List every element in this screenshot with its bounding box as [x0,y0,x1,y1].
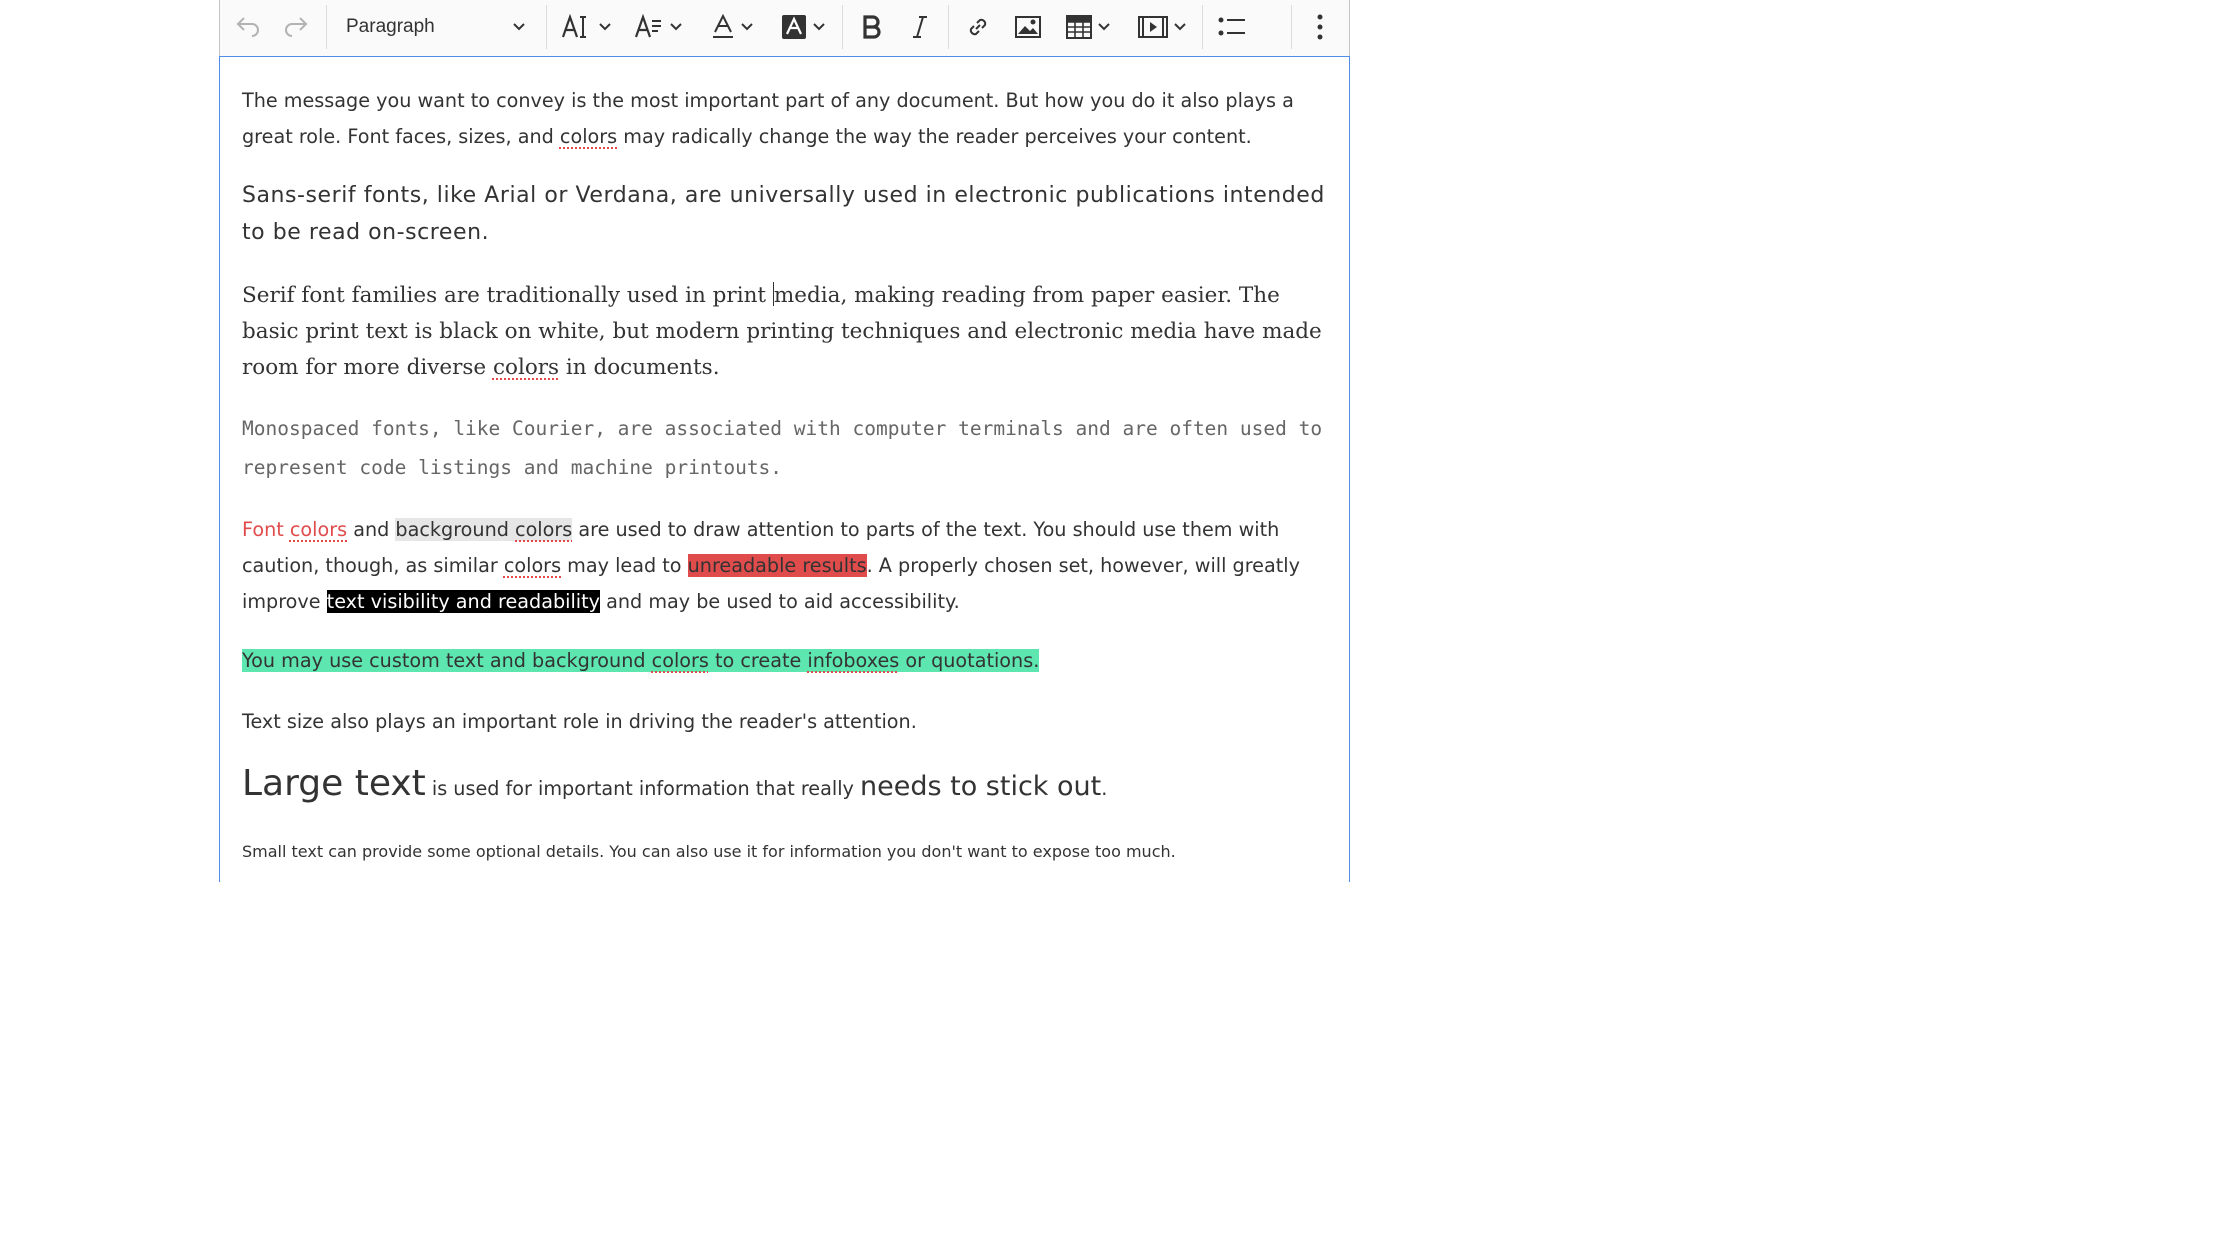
chevron-down-icon [813,23,825,31]
link-button[interactable] [958,0,998,54]
heading-dropdown[interactable]: Paragraph [346,0,536,54]
toolbar-separator [326,5,327,49]
media-embed-icon [1138,16,1168,38]
editor-content[interactable]: The message you want to convey is the mo… [219,56,1350,882]
chevron-down-icon [1098,23,1110,31]
chevron-down-icon [599,23,611,31]
big-text: needs to stick out [859,771,1102,802]
bulleted-list-button[interactable] [1212,0,1252,54]
link-icon [969,18,987,36]
chevron-down-icon [513,23,525,31]
misspelled-word[interactable]: colors [290,518,347,541]
rich-text-editor: Paragraph The message you want to convey… [219,0,1350,882]
paragraph-monospace: Monospaced fonts, like Courier, are asso… [242,417,1323,479]
italic-button[interactable] [900,0,940,54]
background-color-dropdown[interactable] [775,0,831,54]
toolbar-separator [546,5,547,49]
font-family-icon [634,14,661,38]
bold-button[interactable] [852,0,892,54]
font-size-icon [561,14,586,38]
insert-media-dropdown[interactable] [1134,0,1190,54]
font-family-dropdown[interactable] [630,0,686,54]
paragraph-infobox: You may use custom text and background c… [242,643,1330,679]
more-tools-button[interactable] [1300,0,1340,54]
text: in documents. [559,355,720,380]
misspelled-word[interactable]: colors [493,355,559,380]
font-size-dropdown[interactable] [558,0,614,54]
bulleted-list-icon [1218,17,1245,36]
red-text: Font [242,518,290,541]
insert-image-button[interactable] [1008,0,1048,54]
undo-icon [236,17,259,37]
text: and may be used to aid accessibility. [600,590,960,613]
red-highlight-text: unreadable results [687,554,867,577]
heading-dropdown-value: Paragraph [346,16,435,37]
paragraph-sans-serif: Sans-serif fonts, like Arial or Verdana,… [242,183,1325,245]
misspelled-word[interactable]: colors [515,518,573,541]
font-color-dropdown[interactable] [704,0,760,54]
text: . [1101,777,1108,800]
toolbar-separator [1291,5,1292,49]
font-color-icon [713,14,733,38]
black-highlight-text: text visibility and readability [326,590,601,613]
undo-button[interactable] [228,0,268,54]
paragraph-intro: The message you want to convey is the mo… [242,83,1330,155]
text: and [347,518,396,541]
italic-icon [913,16,927,38]
paragraph-large-text: Large text is used for important informa… [242,761,1330,812]
misspelled-word[interactable]: infoboxes [807,649,899,672]
more-vertical-icon [1317,14,1323,40]
chevron-down-icon [1174,23,1186,31]
redo-button[interactable] [276,0,316,54]
bold-icon [863,15,881,39]
paragraph-serif: Serif font families are traditionally us… [242,278,1330,386]
table-icon [1066,15,1092,39]
chevron-down-icon [670,23,682,31]
large-text: Large text [242,763,426,804]
text: to create [708,649,808,672]
text: Serif font families are traditionally us… [242,283,773,308]
misspelled-word[interactable]: colors [652,649,709,672]
text: may lead to [561,554,688,577]
misspelled-word[interactable]: colors [560,125,617,148]
image-icon [1015,16,1041,38]
text: You may use custom text and background [242,649,652,672]
toolbar-separator [1202,5,1203,49]
editor-toolbar: Paragraph [219,0,1350,56]
toolbar-separator [948,5,949,49]
chevron-down-icon [741,23,753,31]
paragraph-text-size: Text size also plays an important role i… [242,710,917,733]
text: may radically change the way the reader … [617,125,1252,148]
insert-table-dropdown[interactable] [1060,0,1116,54]
text: or quotations. [899,649,1040,672]
misspelled-word[interactable]: colors [504,554,561,577]
font-background-color-icon [782,15,806,39]
redo-icon [285,17,308,37]
paragraph-small-text: Small text can provide some optional det… [242,842,1176,861]
toolbar-separator [842,5,843,49]
grey-highlight-text: background [395,518,516,541]
text: is used for important information that r… [425,777,860,800]
paragraph-colors: Font colors and background colors are us… [242,512,1330,620]
green-highlight-text: You may use custom text and background c… [242,649,1040,672]
